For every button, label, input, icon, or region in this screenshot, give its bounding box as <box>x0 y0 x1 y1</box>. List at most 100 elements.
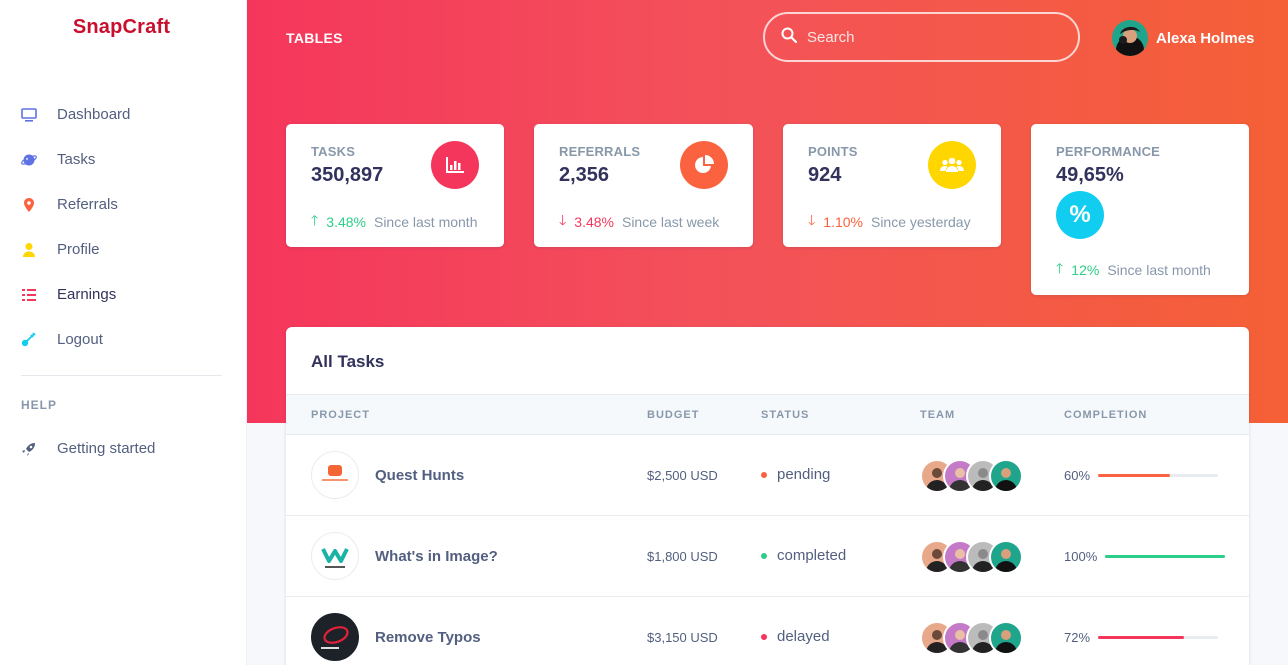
status-dot <box>761 633 767 640</box>
key-icon <box>21 331 37 348</box>
team-avatars <box>920 621 1023 655</box>
stat-label: REFERRALS <box>559 144 641 159</box>
stat-change: 3.48% <box>326 214 366 230</box>
stat-footer: 🡓 3.48% Since last week <box>559 210 719 234</box>
table-header: PROJECT BUDGET STATUS TEAM COMPLETION <box>286 394 1249 435</box>
arrow-down-icon: 🡓 <box>559 212 567 228</box>
stat-change: 1.10% <box>823 214 863 230</box>
stat-label: TASKS <box>311 144 356 159</box>
tasks-table-card: All Tasks PROJECT BUDGET STATUS TEAM COM… <box>286 327 1249 665</box>
arrow-up-icon: 🡑 <box>1056 260 1064 276</box>
monitor-icon <box>21 107 37 123</box>
list-icon <box>21 287 37 303</box>
completion: 100% <box>1064 549 1226 564</box>
stat-value: 2,356 <box>559 164 610 186</box>
table-title: All Tasks <box>311 352 385 371</box>
sidebar-item-label: Profile <box>57 241 100 258</box>
table-row[interactable]: What's in Image? $1,800 USD completed 10… <box>286 516 1249 597</box>
sidebar-nav: Dashboard Tasks Referrals Profile Earnin… <box>0 92 247 362</box>
progress-bar <box>1098 636 1219 639</box>
sidebar-item-referrals[interactable]: Referrals <box>0 182 247 227</box>
stat-footer: 🡑 12% Since last month <box>1056 258 1211 282</box>
status-text: completed <box>777 547 847 564</box>
avatar[interactable] <box>989 621 1023 655</box>
column-header-completion[interactable]: COMPLETION <box>1064 409 1147 421</box>
search-box[interactable] <box>763 12 1080 62</box>
sidebar-item-label: Earnings <box>57 286 117 303</box>
user-icon <box>21 242 37 258</box>
stat-footer: 🡑 3.48% Since last month <box>311 210 477 234</box>
chart-bar-icon <box>431 141 479 189</box>
sidebar-item-earnings[interactable]: Earnings <box>0 272 247 317</box>
sidebar-item-dashboard[interactable]: Dashboard <box>0 92 247 137</box>
stat-label: PERFORMANCE <box>1056 144 1161 159</box>
gsk-logo <box>311 451 359 499</box>
sidebar-item-label: Dashboard <box>57 106 131 123</box>
arrow-down-icon: 🡓 <box>808 212 816 228</box>
completion-value: 60% <box>1064 468 1091 483</box>
stat-card-tasks: TASKS 350,897 🡑 3.48% Since last month <box>286 124 504 247</box>
team-avatars <box>920 459 1023 493</box>
avatar[interactable] <box>989 540 1023 574</box>
sidebar-divider <box>21 375 222 376</box>
avatar[interactable] <box>989 459 1023 493</box>
stat-since: Since last month <box>373 214 478 230</box>
column-header-budget[interactable]: BUDGET <box>647 409 699 421</box>
completion-value: 72% <box>1064 630 1091 645</box>
table-row[interactable]: Quest Hunts $2,500 USD pending 60% <box>286 435 1249 516</box>
arrow-up-icon: 🡑 <box>311 212 319 228</box>
sidebar-item-label: Referrals <box>57 196 118 213</box>
user-name: Alexa Holmes <box>1156 29 1255 47</box>
progress-fill <box>1105 555 1226 558</box>
search-icon <box>781 27 798 48</box>
sidebar: SnapCraft Dashboard Tasks Referrals Prof… <box>0 0 247 665</box>
stat-label: POINTS <box>808 144 858 159</box>
project-name[interactable]: What's in Image? <box>375 548 498 565</box>
sidebar-item-tasks[interactable]: Tasks <box>0 137 247 182</box>
stat-card-performance: PERFORMANCE 49,65% % 🡑 12% Since last mo… <box>1031 124 1249 295</box>
planet-icon <box>21 152 37 168</box>
progress-bar <box>1105 555 1226 558</box>
status-dot <box>761 552 767 559</box>
column-header-project[interactable]: PROJECT <box>311 409 370 421</box>
waymo-logo <box>311 532 359 580</box>
column-header-status[interactable]: STATUS <box>761 409 809 421</box>
stat-card-points: POINTS 924 🡓 1.10% Since yesterday <box>783 124 1001 247</box>
stat-value: 49,65% <box>1056 164 1124 186</box>
budget-value: $2,500 USD <box>647 468 718 483</box>
avatar[interactable] <box>1112 20 1148 56</box>
percent-icon: % <box>1056 191 1104 239</box>
stat-card-referrals: REFERRALS 2,356 🡓 3.48% Since last week <box>534 124 753 247</box>
completion-value: 100% <box>1064 549 1098 564</box>
sidebar-item-logout[interactable]: Logout <box>0 317 247 362</box>
pin-icon <box>21 197 37 213</box>
user-menu[interactable]: Alexa Holmes <box>1112 20 1254 56</box>
project-name[interactable]: Remove Typos <box>375 629 481 646</box>
status-badge: pending <box>761 466 830 483</box>
sidebar-item-label: Logout <box>57 331 103 348</box>
progress-fill <box>1098 636 1185 639</box>
completion: 60% <box>1064 468 1219 483</box>
column-header-team[interactable]: TEAM <box>920 409 955 421</box>
sidebar-item-label: Tasks <box>57 151 96 168</box>
project-name[interactable]: Quest Hunts <box>375 467 464 484</box>
stat-since: Since yesterday <box>870 214 971 230</box>
team-avatars <box>920 540 1023 574</box>
brand-logo[interactable]: SnapCraft <box>0 16 243 39</box>
stat-value: 924 <box>808 164 842 186</box>
completion: 72% <box>1064 630 1219 645</box>
stat-value: 350,897 <box>311 164 384 186</box>
sidebar-item-label: Getting started <box>57 440 156 457</box>
spaceship-icon <box>21 441 37 457</box>
sidebar-item-profile[interactable]: Profile <box>0 227 247 272</box>
progress-bar <box>1098 474 1219 477</box>
page-title: TABLES <box>286 30 343 46</box>
help-heading: HELP <box>21 398 58 412</box>
stat-since: Since last month <box>1107 262 1211 278</box>
sidebar-item-getting-started[interactable]: Getting started <box>0 426 247 471</box>
stat-footer: 🡓 1.10% Since yesterday <box>808 210 971 234</box>
budget-value: $1,800 USD <box>647 549 718 564</box>
search-input[interactable] <box>807 28 1057 46</box>
table-row[interactable]: Remove Typos $3,150 USD delayed 72% <box>286 597 1249 665</box>
status-text: pending <box>777 466 831 483</box>
